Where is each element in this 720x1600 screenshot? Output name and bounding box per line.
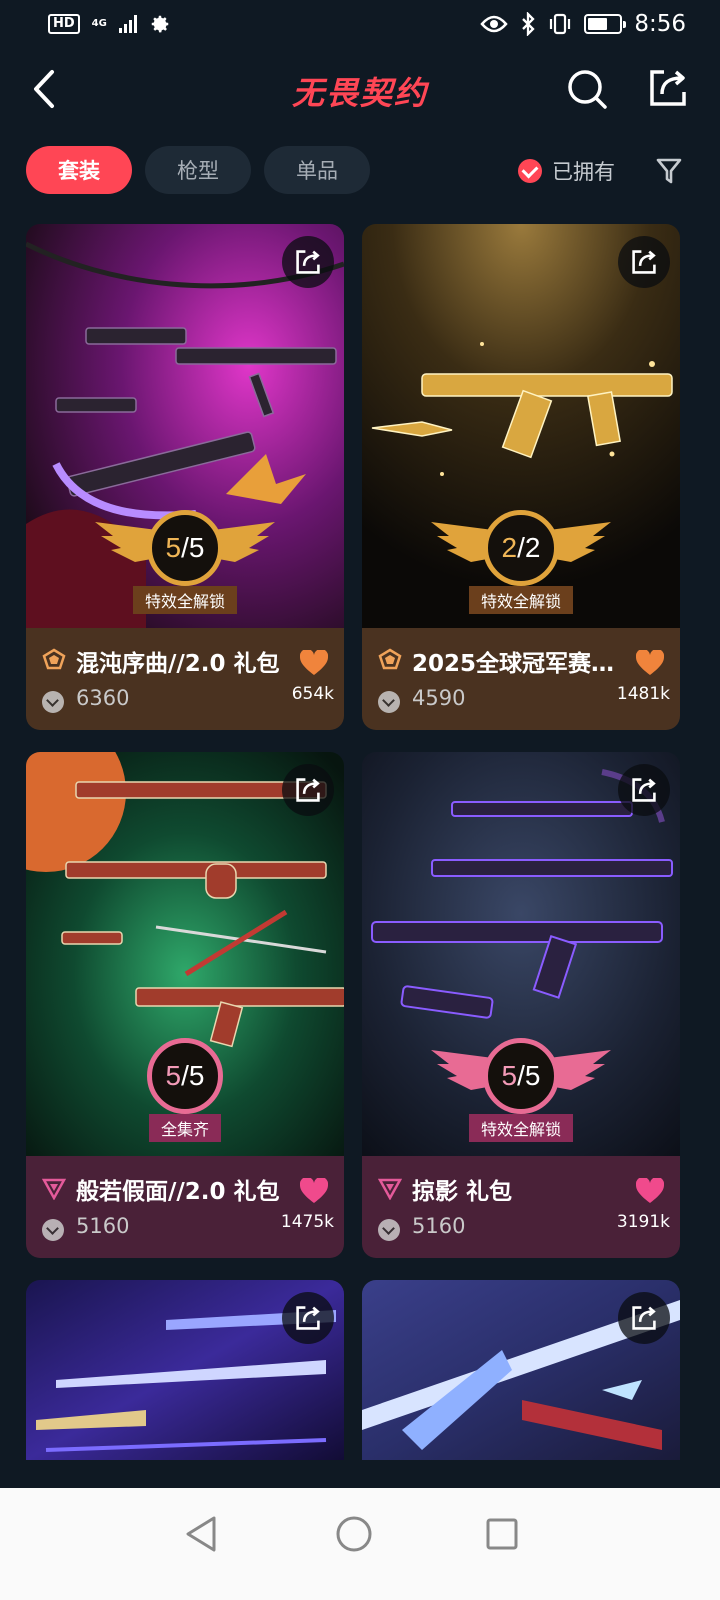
unlock-badge: 特效全解锁 [469, 1114, 573, 1142]
card-share-button[interactable] [282, 236, 334, 288]
nav-recents-square-icon[interactable] [480, 1512, 524, 1556]
complete-badge: 全集齐 [149, 1114, 221, 1142]
progress-emblem: 2/2 特效全解锁 [431, 504, 611, 634]
vp-currency-icon [42, 1219, 64, 1241]
card-share-button[interactable] [618, 236, 670, 288]
checked-icon[interactable] [518, 159, 542, 183]
card-info: 混沌序曲//2.0 礼包 6360 654k [26, 628, 344, 730]
bluetooth-icon [522, 12, 535, 36]
share-icon [632, 250, 656, 274]
card-likes: 654k [291, 684, 334, 704]
progress-count: 5/5 [483, 1038, 559, 1114]
progress-emblem: 5/5 特效全解锁 [431, 1032, 611, 1162]
card-share-button[interactable] [618, 764, 670, 816]
share-icon [296, 250, 320, 274]
tier-premium-icon [42, 1178, 66, 1200]
status-time: 8:56 [634, 11, 686, 37]
progress-count: 2/2 [483, 510, 559, 586]
card-likes: 1481k [616, 684, 670, 704]
tier-exclusive-icon [42, 648, 66, 670]
bundle-card[interactable]: 5/5 全集齐 般若假面//2.0 礼包 5160 1475k [26, 752, 344, 1258]
card-title: 混沌序曲//2.0 礼包 [76, 651, 280, 677]
card-price: 5160 [76, 1214, 130, 1238]
tab-sets[interactable]: 套装 [26, 146, 132, 194]
unlock-badge: 特效全解锁 [133, 586, 237, 614]
search-icon[interactable] [566, 68, 608, 110]
progress-count: 5/5 [147, 510, 223, 586]
tier-premium-icon [378, 1178, 402, 1200]
page-title: 无畏契约 [291, 74, 428, 112]
tab-weapon-types[interactable]: 枪型 [145, 146, 251, 194]
share-icon [296, 778, 320, 802]
card-price: 4590 [412, 686, 466, 710]
bundle-card[interactable] [26, 1280, 344, 1460]
status-left: HD 4G [48, 13, 171, 35]
card-info: 2025全球冠军赛礼包 4590 1481k [362, 628, 680, 730]
share-icon [632, 778, 656, 802]
tab-single-items[interactable]: 单品 [264, 146, 370, 194]
card-likes: 1475k [280, 1212, 334, 1232]
card-title: 掠影 礼包 [412, 1179, 513, 1205]
bundle-card[interactable] [362, 1280, 680, 1460]
share-icon [632, 1306, 656, 1330]
heart-icon[interactable] [636, 1178, 664, 1204]
card-info: 般若假面//2.0 礼包 5160 1475k [26, 1156, 344, 1258]
owned-filter-toggle[interactable]: 已拥有 [518, 156, 615, 186]
filter-row: 套装 枪型 单品 已拥有 [0, 146, 720, 196]
progress-emblem: 5/5 特效全解锁 [95, 504, 275, 634]
bundle-card[interactable]: 5/5 特效全解锁 混沌序曲//2.0 礼包 6360 654k [26, 224, 344, 730]
status-right: 8:56 [480, 11, 686, 37]
vp-currency-icon [378, 1219, 400, 1241]
top-nav: 无畏契约 [0, 52, 720, 126]
heart-icon[interactable] [300, 1178, 328, 1204]
bundle-card[interactable]: 5/5 特效全解锁 掠影 礼包 5160 3191k [362, 752, 680, 1258]
card-title: 2025全球冠军赛礼包 [412, 651, 634, 677]
vp-currency-icon [378, 691, 400, 713]
share-icon[interactable] [648, 68, 688, 108]
status-bar: HD 4G 8:56 [0, 0, 720, 48]
card-price: 6360 [76, 686, 130, 710]
heart-icon[interactable] [300, 650, 328, 676]
card-share-button[interactable] [282, 764, 334, 816]
card-share-button[interactable] [618, 1292, 670, 1344]
progress-emblem: 5/5 全集齐 [95, 1032, 275, 1162]
unlock-badge: 特效全解锁 [469, 586, 573, 614]
nav-back-triangle-icon[interactable] [180, 1512, 224, 1556]
share-icon [296, 1306, 320, 1330]
eye-icon [480, 15, 508, 33]
battery-icon [584, 14, 627, 34]
owned-filter-label: 已拥有 [552, 160, 615, 184]
vibrate-icon [550, 13, 571, 35]
filter-funnel-icon[interactable] [655, 156, 683, 186]
bundle-card[interactable]: 2/2 特效全解锁 2025全球冠军赛礼包 4590 1481k [362, 224, 680, 730]
network-type: 4G [91, 18, 107, 29]
card-share-button[interactable] [282, 1292, 334, 1344]
signal-icon [118, 15, 137, 33]
card-likes: 3191k [616, 1212, 670, 1232]
card-title: 般若假面//2.0 礼包 [76, 1179, 280, 1205]
settings-gear-icon [151, 15, 169, 33]
tier-exclusive-icon [378, 648, 402, 670]
vp-currency-icon [42, 691, 64, 713]
system-nav-bar [0, 1488, 720, 1600]
heart-icon[interactable] [636, 650, 664, 676]
nav-home-circle-icon[interactable] [332, 1512, 376, 1556]
progress-count: 5/5 [147, 1038, 223, 1114]
hd-icon: HD [48, 14, 80, 34]
card-price: 5160 [412, 1214, 466, 1238]
card-info: 掠影 礼包 5160 3191k [362, 1156, 680, 1258]
